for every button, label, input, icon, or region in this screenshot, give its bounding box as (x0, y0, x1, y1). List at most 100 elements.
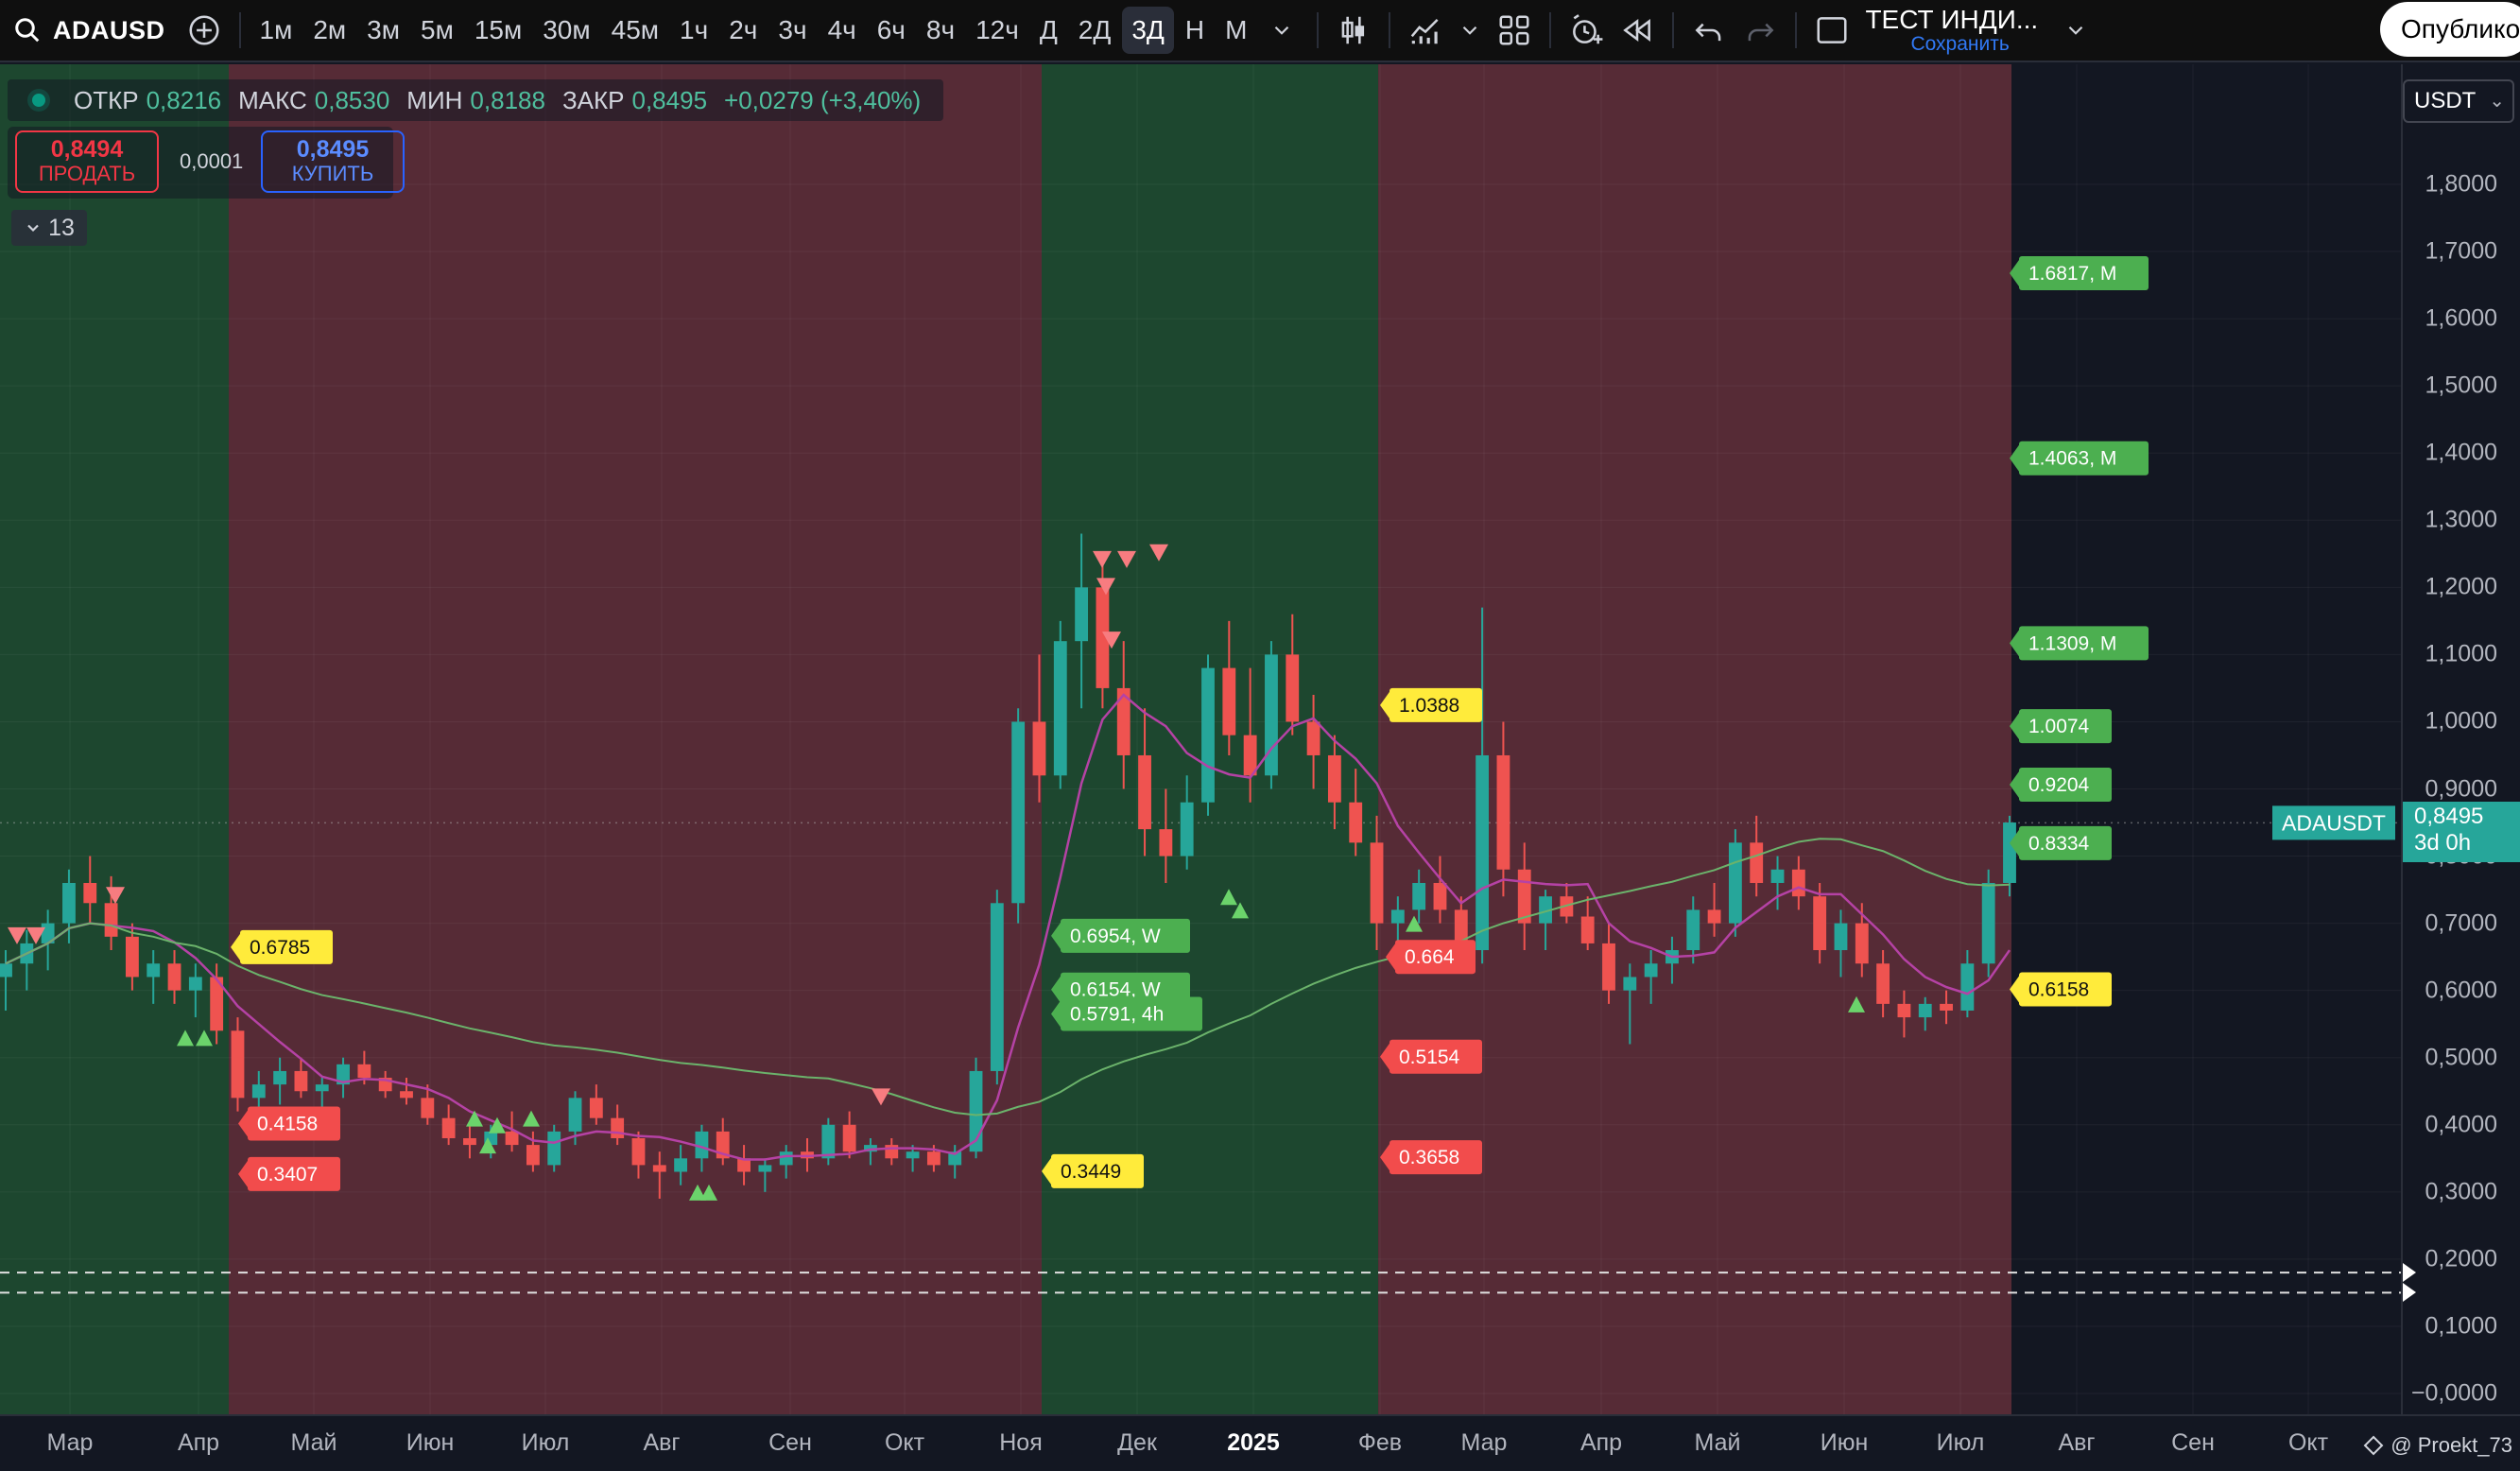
price-tick-label: 0,7000 (2425, 909, 2497, 937)
interval-button[interactable]: 30м (533, 7, 599, 54)
interval-button[interactable]: 45м (602, 7, 668, 54)
interval-button[interactable]: М (1216, 7, 1256, 54)
toolbar-divider (1549, 12, 1552, 48)
interval-button[interactable]: 12ч (966, 7, 1028, 54)
candle-body (0, 963, 12, 978)
interval-button[interactable]: 2Д (1069, 7, 1121, 54)
interval-button[interactable]: 3ч (768, 7, 816, 54)
chart-type-button[interactable] (1328, 5, 1379, 56)
buy-price: 0,8495 (296, 136, 370, 163)
candle-body (463, 1137, 476, 1146)
level-label-text: 1.6817, M (2028, 263, 2116, 285)
candle-body (652, 1165, 666, 1172)
layout-dropdown-button[interactable] (2057, 5, 2095, 56)
chart-pane[interactable]: 0.6785 0.4158 0.3407 0.6954, W 0.6154, W 0.57… (0, 64, 2401, 1414)
interval-button[interactable]: 3Д (1122, 7, 1174, 54)
interval-button[interactable]: 3м (357, 7, 409, 54)
low-value: 0,8188 (470, 85, 545, 114)
interval-button[interactable]: 8ч (917, 7, 964, 54)
interval-button[interactable]: 1м (250, 7, 302, 54)
candle-body (400, 1091, 413, 1099)
interval-button[interactable]: 5м (411, 7, 463, 54)
candle-body (441, 1117, 456, 1138)
candle-body (1370, 842, 1384, 924)
level-label-text: 0.5791, 4h (1070, 1004, 1164, 1026)
time-tick-label: Апр (1579, 1429, 1623, 1456)
candle-body (421, 1098, 435, 1118)
candle-body (1580, 916, 1595, 943)
redo-button[interactable] (1735, 5, 1786, 56)
alert-button[interactable] (1561, 5, 1612, 56)
buy-button[interactable]: 0,8495 КУПИТЬ (261, 130, 405, 193)
interval-list: 1м 2м 3м 5м 15м 30м 45м 1ч 2ч 3ч 4ч 6ч 8ч 12ч Д 2Д 3Д Н М (250, 7, 1257, 54)
time-tick-label: Окт (2287, 1429, 2329, 1456)
time-tick-label: Мар (46, 1429, 94, 1456)
indicators-button[interactable] (1400, 5, 1451, 56)
interval-button[interactable]: 1ч (670, 7, 717, 54)
candle-body (1349, 802, 1363, 843)
symbol-search[interactable]: ADAUSD (0, 0, 179, 61)
save-button[interactable]: Сохранить (1910, 34, 2009, 55)
indicators-dropdown-button[interactable] (1451, 5, 1489, 56)
candle-body (1075, 587, 1089, 642)
indicators-toggle[interactable]: 13 (11, 210, 87, 246)
indicators-count: 13 (48, 214, 75, 241)
candle-body (990, 903, 1004, 1071)
interval-button[interactable]: 2м (303, 7, 355, 54)
candle-body (1433, 882, 1447, 910)
undo-button[interactable] (1683, 5, 1735, 56)
interval-button[interactable]: Н (1176, 7, 1214, 54)
candle-body (926, 1151, 941, 1166)
candle-body (125, 936, 139, 978)
candle-body (906, 1151, 920, 1159)
level-arrow-icon[interactable] (2403, 1263, 2416, 1283)
chevron-down-icon (1463, 26, 1477, 35)
candle-body (294, 1070, 308, 1092)
time-tick-label: Мар (1460, 1429, 1508, 1456)
price-tick-label: 0,6000 (2425, 977, 2497, 1004)
market-status-dot[interactable] (32, 94, 45, 107)
price-tick-label: 1,4000 (2425, 439, 2497, 466)
interval-button[interactable]: 6ч (868, 7, 915, 54)
time-tick-label: Май (290, 1429, 337, 1456)
grid-icon (1499, 15, 1529, 45)
replay-button[interactable] (1612, 5, 1663, 56)
currency-select[interactable]: USDT ⌄ (2403, 79, 2514, 123)
interval-button[interactable]: 2ч (719, 7, 767, 54)
candle-body (1265, 654, 1278, 776)
low-label: МИН (406, 85, 463, 114)
level-label-text: 0.6785 (250, 937, 310, 959)
layouts-button[interactable] (1489, 5, 1540, 56)
candle-body (83, 882, 97, 904)
level-arrow-icon[interactable] (2403, 1283, 2416, 1303)
candle-body (1390, 909, 1405, 924)
sell-button[interactable]: 0,8494 ПРОДАТЬ (15, 130, 159, 193)
candle-body (147, 963, 161, 978)
interval-button[interactable]: 4ч (819, 7, 866, 54)
level-label-text: 1.0074 (2028, 716, 2090, 737)
price-tick-label: 1,5000 (2425, 372, 2497, 399)
price-chart[interactable]: 0.67850.41580.34070.6954, W0.6154, W0.57… (0, 64, 2401, 1414)
interval-dropdown-button[interactable] (1256, 5, 1307, 56)
candle-body (1306, 721, 1320, 755)
layout-checkbox[interactable] (1806, 5, 1857, 56)
open-label: ОТКР (74, 85, 139, 114)
candle-body (505, 1131, 519, 1146)
compare-add-button[interactable] (179, 5, 230, 56)
interval-button[interactable]: Д (1030, 7, 1067, 54)
indicators-icon (1411, 19, 1439, 44)
price-axis[interactable]: 1,8000 1,7000 1,6000 1,5000 1,4000 1,3000 1,20… (2401, 64, 2520, 1414)
price-tick-label: 1,8000 (2425, 170, 2497, 198)
candle-body (1201, 667, 1215, 803)
candle-body (589, 1098, 603, 1118)
layout-title[interactable]: ТЕСТ ИНДИ... Сохранить (1865, 6, 2038, 55)
time-axis[interactable]: @ Proekt_73 Мар Апр Май Июн Июл Авг Сен Окт Ноя Д… (0, 1414, 2520, 1471)
candle-body (1707, 909, 1721, 924)
price-tick-label: 0,2000 (2425, 1245, 2497, 1272)
price-tick-label: 0,3000 (2425, 1178, 2497, 1205)
candle-body (1412, 882, 1426, 910)
publish-button[interactable]: Опубликовать (2380, 2, 2520, 57)
interval-button[interactable]: 15м (465, 7, 531, 54)
time-tick-label: Фев (1357, 1429, 1403, 1456)
current-symbol-text: ADAUSDT (2282, 810, 2386, 835)
